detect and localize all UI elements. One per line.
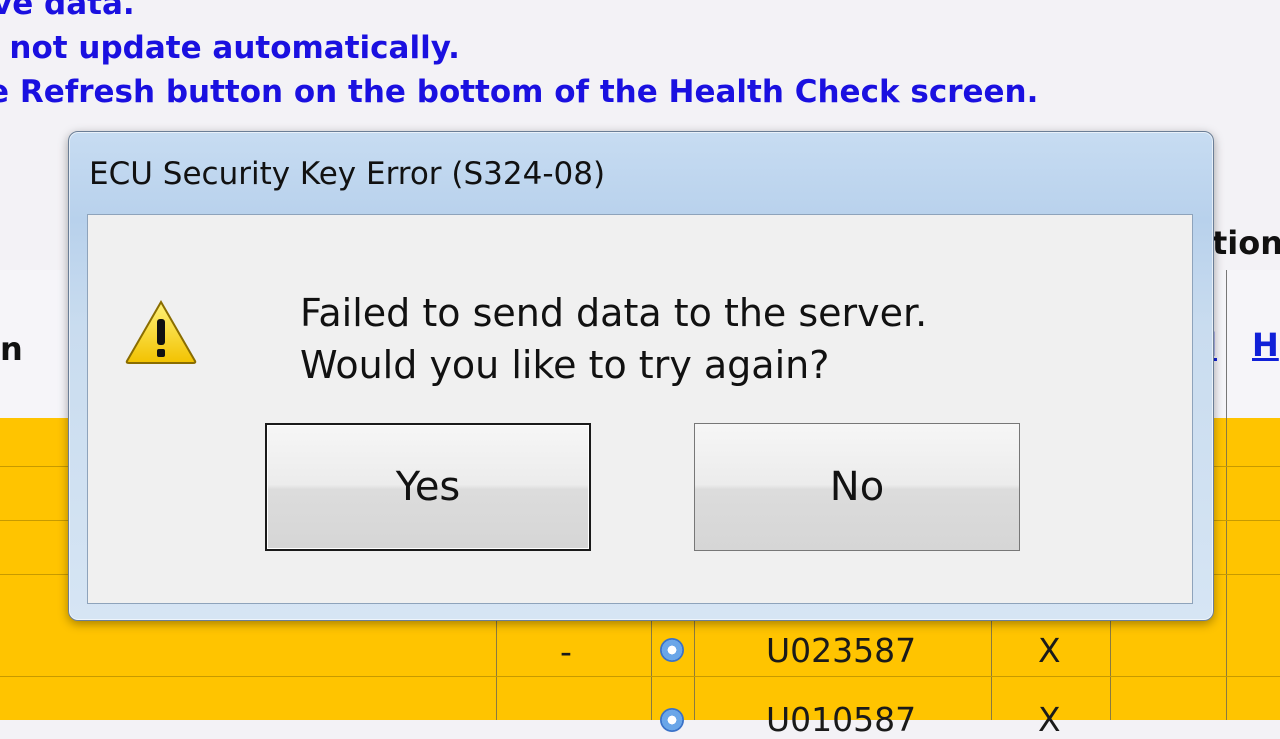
dialog-title: ECU Security Key Error (S324-08) bbox=[89, 156, 606, 192]
info-text-line: l not update automatically. bbox=[0, 30, 460, 66]
column-header-label: n bbox=[0, 330, 23, 368]
settings-gear-icon[interactable] bbox=[660, 638, 684, 662]
dtc-code-cell: U023587 bbox=[766, 631, 917, 670]
table-header-label: tion bbox=[1212, 224, 1280, 262]
table-cell: X bbox=[1038, 631, 1061, 670]
dialog-message: Failed to send data to the server. Would… bbox=[300, 287, 927, 391]
error-dialog: ECU Security Key Error (S324-08) Failed … bbox=[68, 131, 1214, 621]
no-button[interactable]: No bbox=[694, 423, 1020, 551]
table-cell: - bbox=[560, 632, 572, 671]
message-line: Would you like to try again? bbox=[300, 343, 830, 387]
message-line: Failed to send data to the server. bbox=[300, 291, 928, 335]
dialog-body: Failed to send data to the server. Would… bbox=[87, 214, 1193, 604]
column-sort-link[interactable]: H bbox=[1252, 326, 1279, 364]
info-text-line: ve data. bbox=[0, 0, 135, 22]
settings-gear-icon[interactable] bbox=[660, 708, 684, 732]
warning-icon bbox=[125, 299, 197, 364]
yes-button[interactable]: Yes bbox=[265, 423, 591, 551]
info-text-line: e Refresh button on the bottom of the He… bbox=[0, 74, 1039, 110]
